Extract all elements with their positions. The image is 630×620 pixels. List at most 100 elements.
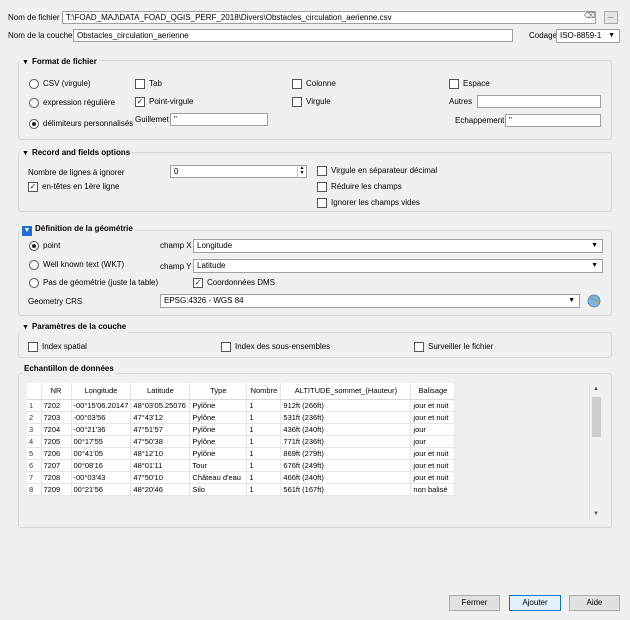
- column-header[interactable]: Longitude: [71, 383, 132, 400]
- crs-selector-icon[interactable]: [587, 294, 601, 308]
- table-cell[interactable]: 1: [246, 459, 282, 472]
- table-cell[interactable]: 869ft (279ft): [280, 447, 412, 460]
- table-cell[interactable]: -00°21'36: [71, 423, 132, 436]
- table-cell[interactable]: -00°03'43: [71, 471, 132, 484]
- table-cell[interactable]: Pylône: [189, 447, 248, 460]
- semicolon-checkbox[interactable]: ✓: [135, 97, 145, 107]
- collapse-checkbox-icon[interactable]: ▼: [22, 226, 32, 236]
- table-cell[interactable]: -00°15'06.20147: [71, 399, 132, 412]
- column-header[interactable]: Type: [189, 383, 248, 400]
- scroll-up-icon[interactable]: ▲: [590, 383, 602, 395]
- table-row[interactable]: 6 7207 00°08'16 48°01'11 Tour 1 676ft (249ft) j…: [27, 459, 456, 472]
- table-cell[interactable]: -00°03'56: [71, 411, 132, 424]
- table-cell[interactable]: 7205: [41, 435, 72, 448]
- browse-button[interactable]: ...: [604, 11, 618, 24]
- table-cell[interactable]: 1: [246, 447, 282, 460]
- table-cell[interactable]: 47°50'10: [130, 471, 191, 484]
- help-button[interactable]: Aide: [569, 595, 620, 611]
- table-cell[interactable]: jour: [410, 435, 456, 448]
- custom-delimiters-radio[interactable]: [29, 119, 39, 129]
- discard-empty-checkbox[interactable]: [317, 198, 327, 208]
- watch-file-checkbox[interactable]: [414, 342, 424, 352]
- table-cell[interactable]: 676ft (249ft): [280, 459, 412, 472]
- table-cell[interactable]: jour et nuit: [410, 399, 456, 412]
- tab-checkbox[interactable]: [135, 79, 145, 89]
- table-cell[interactable]: 48°12'10: [130, 447, 191, 460]
- regex-radio[interactable]: [29, 98, 39, 108]
- no-geometry-radio[interactable]: [29, 278, 39, 288]
- add-button[interactable]: Ajouter: [509, 595, 561, 611]
- trim-fields-checkbox[interactable]: [317, 182, 327, 192]
- crs-select[interactable]: EPSG:4326 - WGS 84 ▼: [160, 294, 580, 308]
- file-format-title[interactable]: ▼ Format de fichier: [20, 56, 99, 69]
- x-field-select[interactable]: Longitude ▼: [193, 239, 603, 253]
- column-header[interactable]: ALTITUDE_sommet_(Hauteur): [280, 383, 412, 400]
- table-cell[interactable]: jour et nuit: [410, 471, 456, 484]
- point-radio[interactable]: [29, 241, 39, 251]
- record-options-title[interactable]: ▼ Record and fields options: [20, 147, 133, 160]
- table-cell[interactable]: 7207: [41, 459, 72, 472]
- table-cell[interactable]: 1: [246, 471, 282, 484]
- table-cell[interactable]: 47°50'38: [130, 435, 191, 448]
- table-cell[interactable]: 00°08'16: [71, 459, 132, 472]
- spin-arrows-icon[interactable]: ▲ ▼: [297, 166, 306, 177]
- table-cell[interactable]: Pylône: [189, 435, 248, 448]
- scroll-thumb[interactable]: [592, 397, 601, 437]
- table-scrollbar[interactable]: ▲ ▼: [589, 383, 602, 520]
- y-field-select[interactable]: Latitude ▼: [193, 259, 603, 273]
- close-button[interactable]: Fermer: [449, 595, 500, 611]
- table-cell[interactable]: 912ft (266ft): [280, 399, 412, 412]
- column-header[interactable]: Balisage: [410, 383, 456, 400]
- table-cell[interactable]: 1: [246, 435, 282, 448]
- table-cell[interactable]: 00°17'55: [71, 435, 132, 448]
- spatial-index-checkbox[interactable]: [28, 342, 38, 352]
- table-cell[interactable]: jour: [410, 423, 456, 436]
- geometry-title[interactable]: ▼ Définition de la géométrie: [20, 223, 135, 236]
- table-cell[interactable]: 00°21'56: [71, 483, 132, 496]
- table-cell[interactable]: 561ft (167ft): [280, 483, 412, 496]
- comma-checkbox[interactable]: [292, 97, 302, 107]
- table-row[interactable]: 2 7203 -00°03'56 47°43'12 Pylône 1 531ft (236f…: [27, 411, 456, 424]
- table-cell[interactable]: 7206: [41, 447, 72, 460]
- column-header[interactable]: Nombre: [246, 383, 282, 400]
- table-cell[interactable]: jour et nuit: [410, 411, 456, 424]
- table-cell[interactable]: 7204: [41, 423, 72, 436]
- table-cell[interactable]: 7209: [41, 483, 72, 496]
- layer-settings-title[interactable]: ▼ Paramètres de la couche: [20, 321, 129, 334]
- table-cell[interactable]: 47°51'57: [130, 423, 191, 436]
- column-header[interactable]: Latitude: [130, 383, 191, 400]
- table-cell[interactable]: non balisé: [410, 483, 456, 496]
- decimal-comma-checkbox[interactable]: [317, 166, 327, 176]
- csv-radio[interactable]: [29, 79, 39, 89]
- table-cell[interactable]: 436ft (240ft): [280, 423, 412, 436]
- table-row[interactable]: 3 7204 -00°21'36 47°51'57 Pylône 1 436ft (240f…: [27, 423, 456, 436]
- quote-input[interactable]: ": [170, 113, 268, 126]
- table-cell[interactable]: 531ft (236ft): [280, 411, 412, 424]
- table-cell[interactable]: 1: [246, 411, 282, 424]
- table-cell[interactable]: 7202: [41, 399, 72, 412]
- layer-name-input[interactable]: Obstacles_circulation_aerienne: [73, 29, 513, 42]
- table-cell[interactable]: 48°03'05.25076: [130, 399, 191, 412]
- file-path-input[interactable]: T:\FOAD_MAJ\DATA_FOAD_QGIS_PERF_2018\Div…: [62, 11, 596, 24]
- wkt-radio[interactable]: [29, 260, 39, 270]
- column-header[interactable]: NR: [41, 383, 72, 400]
- table-cell[interactable]: 771ft (236ft): [280, 435, 412, 448]
- table-cell[interactable]: jour et nuit: [410, 447, 456, 460]
- table-row[interactable]: 5 7206 00°41'05 48°12'10 Pylône 1 869ft (279ft…: [27, 447, 456, 460]
- table-row[interactable]: 8 7209 00°21'56 48°20'46 Silo 1 561ft (167ft) n…: [27, 483, 456, 496]
- colon-checkbox[interactable]: [292, 79, 302, 89]
- table-row[interactable]: 4 7205 00°17'55 47°50'38 Pylône 1 771ft (236ft…: [27, 435, 456, 448]
- table-cell[interactable]: Tour: [189, 459, 248, 472]
- table-cell[interactable]: 48°20'46: [130, 483, 191, 496]
- others-input[interactable]: [477, 95, 601, 108]
- space-checkbox[interactable]: [449, 79, 459, 89]
- table-cell[interactable]: jour et nuit: [410, 459, 456, 472]
- table-cell[interactable]: 48°01'11: [130, 459, 191, 472]
- table-cell[interactable]: Pylône: [189, 423, 248, 436]
- escape-input[interactable]: ": [505, 114, 601, 127]
- headers-checkbox[interactable]: ✓: [28, 182, 38, 192]
- table-cell[interactable]: 466ft (240ft): [280, 471, 412, 484]
- table-cell[interactable]: Château d'eau: [189, 471, 248, 484]
- clear-icon[interactable]: ⌫: [584, 11, 595, 20]
- skip-lines-spinbox[interactable]: 0 ▲ ▼: [170, 165, 307, 178]
